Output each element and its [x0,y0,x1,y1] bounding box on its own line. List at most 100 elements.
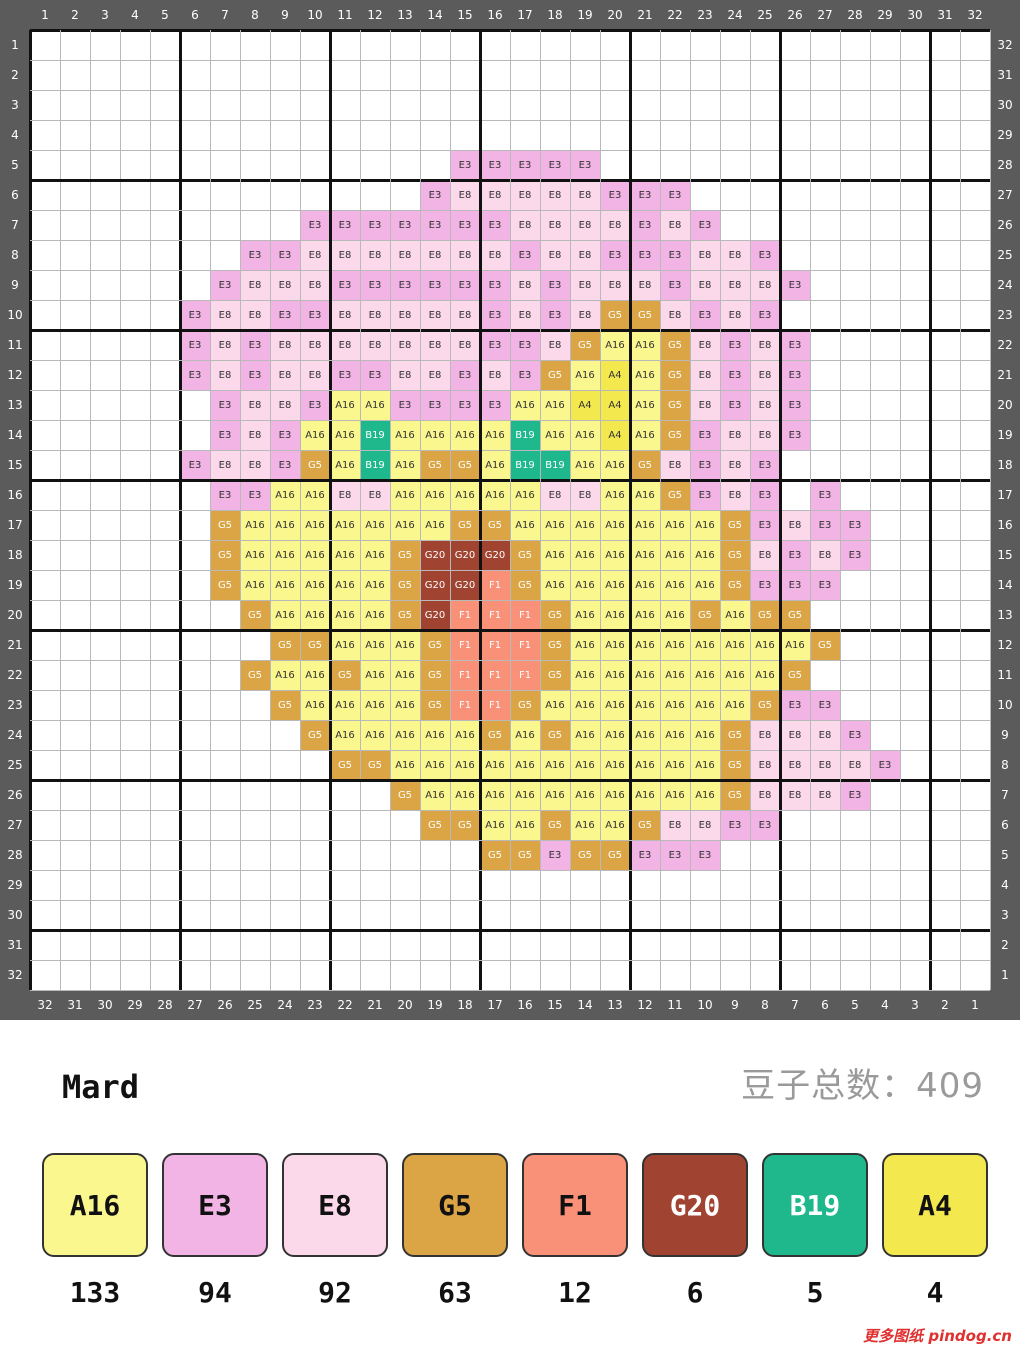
bead-cell: A16 [630,360,660,390]
row-label-left: 25 [7,758,23,772]
bead-cell: E8 [270,360,300,390]
bead-cell: G5 [540,600,570,630]
bead-cell: E3 [360,270,390,300]
bead-cell: E8 [330,480,360,510]
bead-cell: E8 [390,240,420,270]
row-label-right: 8 [1001,758,1009,772]
bead-cell: E3 [480,330,510,360]
color-swatch: G5 [402,1153,508,1257]
column-label-top: 17 [517,8,533,22]
bead-cell: A16 [480,810,510,840]
bead-cell: A16 [540,420,570,450]
grid-line [779,30,782,990]
column-label-top: 7 [221,8,229,22]
bead-cell: E8 [690,810,720,840]
bead-cell: A16 [690,660,720,690]
column-label-top: 23 [697,8,713,22]
bead-cell: A16 [600,780,630,810]
bead-cell: E3 [840,720,870,750]
bead-cell: E8 [390,330,420,360]
bead-cell: G5 [270,690,300,720]
bead-cell: E3 [720,360,750,390]
bead-cell: A16 [660,510,690,540]
bead-cell: A16 [420,780,450,810]
grid-line [840,30,841,990]
bead-cell: A16 [600,570,630,600]
bead-cell: G5 [540,720,570,750]
bead-cell: G5 [300,630,330,660]
bead-cell: G5 [630,300,660,330]
color-swatch: B19 [762,1153,868,1257]
bead-cell: A16 [270,540,300,570]
bead-cell: E8 [690,240,720,270]
column-label-bottom: 19 [427,998,443,1012]
column-label-bottom: 7 [791,998,799,1012]
bead-cell: A16 [270,600,300,630]
column-label-bottom: 26 [217,998,233,1012]
bead-cell: E8 [720,480,750,510]
column-label-top: 18 [547,8,563,22]
bead-cell: G5 [420,630,450,660]
bead-cell: G5 [690,600,720,630]
bead-cell: F1 [480,660,510,690]
bead-cell: E3 [450,210,480,240]
bead-cell: E8 [750,390,780,420]
bead-cell: F1 [480,630,510,660]
bead-cell: A16 [600,330,630,360]
row-label-left: 3 [11,98,19,112]
bead-cell: E3 [690,210,720,240]
bead-cell: A16 [540,540,570,570]
bead-cell: A16 [690,510,720,540]
bead-cell: E3 [270,420,300,450]
bead-cell: E8 [270,330,300,360]
grid-line [30,660,990,661]
bead-cell: E8 [330,330,360,360]
column-label-top: 16 [487,8,503,22]
column-label-top: 30 [907,8,923,22]
grid-line [810,30,811,990]
bead-cell: A16 [600,540,630,570]
color-swatch: A4 [882,1153,988,1257]
row-label-right: 9 [1001,728,1009,742]
bead-cell: A16 [330,540,360,570]
bead-cell: E3 [540,150,570,180]
bead-cell: E8 [210,330,240,360]
bead-cell: A16 [510,780,540,810]
bead-cell: A16 [570,450,600,480]
grid-line [900,30,901,990]
bead-cell: E8 [720,300,750,330]
bead-cell: G20 [420,540,450,570]
bead-cell: E3 [750,810,780,840]
bead-cell: G5 [540,630,570,660]
column-label-bottom: 21 [367,998,383,1012]
bead-cell: E3 [750,570,780,600]
bead-cell: G5 [720,750,750,780]
row-label-right: 12 [997,638,1013,652]
bead-cell: E3 [690,480,720,510]
bead-cell: A16 [570,630,600,660]
bead-cell: E8 [510,270,540,300]
bead-cell: A16 [600,810,630,840]
bead-cell: E8 [840,750,870,780]
bead-cell: G5 [480,840,510,870]
bead-cell: A16 [270,480,300,510]
bead-cell: A16 [390,630,420,660]
bead-cell: E8 [720,240,750,270]
bead-cell: E3 [690,300,720,330]
bead-cell: E8 [540,330,570,360]
bead-cell: E8 [450,330,480,360]
bead-cell: B19 [360,420,390,450]
bead-cell: A16 [420,510,450,540]
bead-cell: E8 [510,300,540,330]
grid-line [30,510,990,511]
bead-cell: E8 [270,270,300,300]
column-label-bottom: 1 [971,998,979,1012]
row-label-left: 23 [7,698,23,712]
bead-cell: E3 [780,330,810,360]
bead-cell: E8 [450,240,480,270]
bead-cell: E3 [360,210,390,240]
color-count: 92 [318,1276,352,1309]
bead-cell: E3 [480,270,510,300]
bead-cell: E3 [270,450,300,480]
bead-cell: A16 [570,570,600,600]
